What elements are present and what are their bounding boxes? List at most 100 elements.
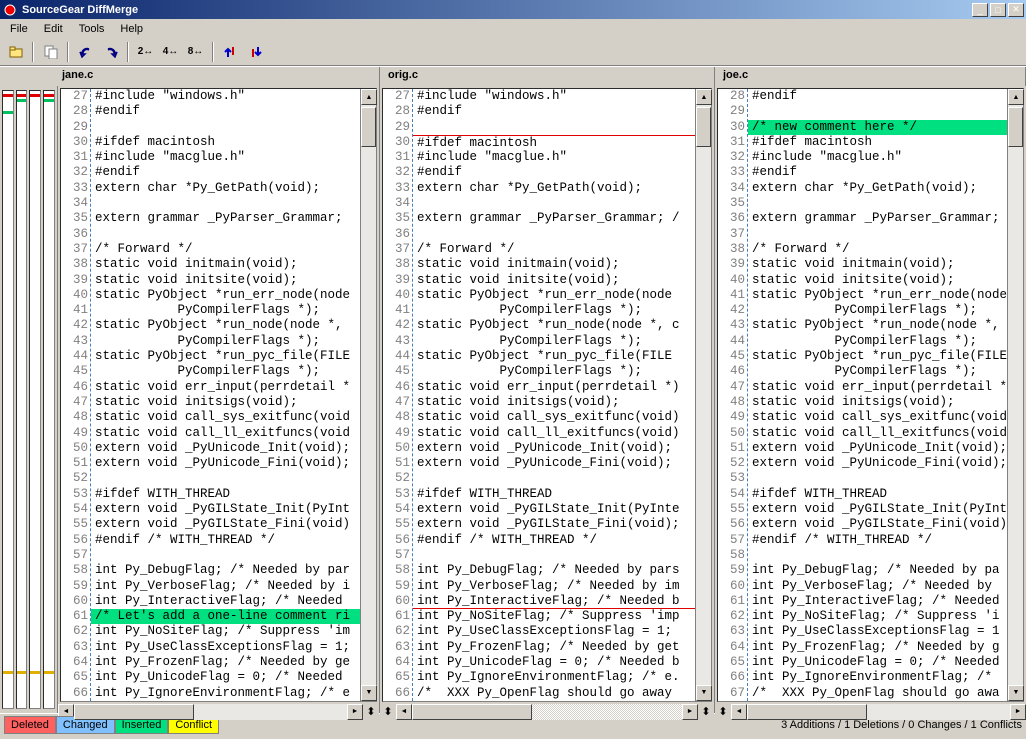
code-line[interactable]: /* new comment here */ (748, 120, 1007, 135)
code-line[interactable]: int Py_FrozenFlag; /* Needed by g (748, 640, 1007, 655)
code-line[interactable]: /* Let's add a one-line comment ri (91, 609, 360, 624)
code-line[interactable]: #endif (413, 104, 695, 119)
code-line[interactable]: /* Forward */ (748, 242, 1007, 257)
code-line[interactable]: PyCompilerFlags *); (91, 364, 360, 379)
left-code[interactable]: 2728293031323334353637383940414243444546… (61, 89, 360, 701)
code-line[interactable]: static void call_ll_exitfuncs(void (748, 426, 1007, 441)
close-button[interactable]: ✕ (1008, 3, 1024, 17)
code-line[interactable]: extern void _PyUnicode_Init(void); (413, 441, 695, 456)
code-line[interactable]: extern void _PyGILState_Init(PyInt (748, 502, 1007, 517)
code-line[interactable]: static void initsigs(void); (413, 395, 695, 410)
code-line[interactable]: int Py_UseClassExceptionsFlag = 1; (413, 624, 695, 639)
menu-file[interactable]: File (2, 21, 36, 37)
code-line[interactable]: int Py_IgnoreEnvironmentFlag; /* (748, 670, 1007, 685)
code-line[interactable] (91, 471, 360, 486)
code-line[interactable]: extern char *Py_GetPath(void); (413, 181, 695, 196)
right-hscroll[interactable]: ⬍◄► (715, 704, 1026, 720)
code-line[interactable]: /* Forward */ (413, 242, 695, 257)
code-line[interactable]: #endif /* WITH_THREAD */ (413, 533, 695, 548)
code-line[interactable]: #include "windows.h" (413, 89, 695, 104)
code-line[interactable]: int Py_NoSiteFlag; /* Suppress 'i (748, 609, 1007, 624)
code-line[interactable]: PyCompilerFlags *); (748, 334, 1007, 349)
code-line[interactable]: static void initmain(void); (413, 257, 695, 272)
code-line[interactable]: static void err_input(perrdetail *) (413, 380, 695, 395)
menu-edit[interactable]: Edit (36, 21, 71, 37)
context2-button[interactable]: 2↔ (134, 41, 157, 63)
code-line[interactable]: PyCompilerFlags *); (748, 303, 1007, 318)
menu-tools[interactable]: Tools (71, 21, 113, 37)
code-line[interactable]: #endif /* WITH_THREAD */ (748, 533, 1007, 548)
context4-button[interactable]: 4↔ (159, 41, 182, 63)
code-line[interactable]: static void call_sys_exitfunc(void (748, 410, 1007, 425)
code-line[interactable]: extern void _PyUnicode_Fini(void); (748, 456, 1007, 471)
code-line[interactable]: /* XXX Py_OpenFlag should go away (413, 686, 695, 701)
code-line[interactable] (91, 548, 360, 563)
code-line[interactable]: #endif (91, 104, 360, 119)
code-line[interactable]: extern grammar _PyParser_Grammar; / (413, 211, 695, 226)
code-line[interactable]: int Py_IgnoreEnvironmentFlag; /* e (91, 686, 360, 701)
code-line[interactable]: int Py_FrozenFlag; /* Needed by get (413, 640, 695, 655)
code-line[interactable]: extern char *Py_GetPath(void); (748, 181, 1007, 196)
code-line[interactable]: static PyObject *run_pyc_file(FILE (413, 349, 695, 364)
redo-button[interactable] (99, 41, 122, 63)
code-line[interactable]: static void err_input(perrdetail * (748, 380, 1007, 395)
code-line[interactable] (413, 196, 695, 211)
code-line[interactable]: #endif /* WITH_THREAD */ (91, 533, 360, 548)
code-line[interactable] (413, 120, 695, 135)
code-line[interactable]: extern void _PyGILState_Init(PyInt (91, 502, 360, 517)
code-line[interactable] (748, 471, 1007, 486)
open-button[interactable] (4, 41, 27, 63)
code-line[interactable]: #endif (91, 165, 360, 180)
code-line[interactable] (91, 227, 360, 242)
code-line[interactable] (413, 548, 695, 563)
code-line[interactable]: int Py_DebugFlag; /* Needed by pars (413, 563, 695, 578)
code-line[interactable]: static PyObject *run_pyc_file(FILE (91, 349, 360, 364)
code-line[interactable]: extern char *Py_GetPath(void); (91, 181, 360, 196)
code-line[interactable]: int Py_InteractiveFlag; /* Needed (748, 594, 1007, 609)
code-line[interactable]: static PyObject *run_node(node *, (748, 318, 1007, 333)
code-line[interactable]: #ifdef WITH_THREAD (91, 487, 360, 502)
code-line[interactable]: PyCompilerFlags *); (413, 303, 695, 318)
code-line[interactable]: extern void _PyUnicode_Fini(void); (91, 456, 360, 471)
code-line[interactable]: PyCompilerFlags *); (748, 364, 1007, 379)
code-line[interactable]: static PyObject *run_pyc_file(FILE (748, 349, 1007, 364)
center-code[interactable]: 2728293031323334353637383940414243444546… (383, 89, 695, 701)
code-line[interactable]: extern void _PyGILState_Fini(void) (91, 517, 360, 532)
prev-diff-button[interactable] (219, 41, 242, 63)
code-line[interactable]: int Py_UnicodeFlag = 0; /* Needed (91, 670, 360, 685)
code-line[interactable]: PyCompilerFlags *); (413, 364, 695, 379)
code-line[interactable]: static void initsigs(void); (748, 395, 1007, 410)
code-line[interactable]: #ifdef macintosh (91, 135, 360, 150)
code-line[interactable]: int Py_VerboseFlag; /* Needed by (748, 579, 1007, 594)
code-line[interactable]: PyCompilerFlags *); (413, 334, 695, 349)
code-line[interactable]: int Py_IgnoreEnvironmentFlag; /* e. (413, 670, 695, 685)
code-line[interactable]: PyCompilerFlags *); (91, 334, 360, 349)
code-line[interactable]: static void initsite(void); (91, 273, 360, 288)
code-line[interactable]: int Py_NoSiteFlag; /* Suppress 'imp (413, 609, 695, 624)
code-line[interactable]: /* Forward */ (91, 242, 360, 257)
code-line[interactable]: int Py_VerboseFlag; /* Needed by im (413, 579, 695, 594)
undo-button[interactable] (74, 41, 97, 63)
code-line[interactable]: #include "windows.h" (91, 89, 360, 104)
code-line[interactable]: int Py_UseClassExceptionsFlag = 1 (748, 624, 1007, 639)
code-line[interactable]: static PyObject *run_err_node(node (413, 288, 695, 303)
code-line[interactable]: static PyObject *run_node(node *, c (413, 318, 695, 333)
code-line[interactable] (413, 471, 695, 486)
right-vscroll[interactable]: ▲▼ (1007, 89, 1023, 701)
code-line[interactable]: int Py_DebugFlag; /* Needed by par (91, 563, 360, 578)
code-line[interactable]: extern void _PyUnicode_Init(void); (91, 441, 360, 456)
code-line[interactable]: #include "macglue.h" (748, 150, 1007, 165)
code-line[interactable]: static PyObject *run_node(node *, (91, 318, 360, 333)
code-line[interactable]: static void call_ll_exitfuncs(void (91, 426, 360, 441)
code-line[interactable]: static void call_sys_exitfunc(void) (413, 410, 695, 425)
code-line[interactable] (748, 227, 1007, 242)
code-line[interactable] (91, 120, 360, 135)
overview-ruler[interactable] (0, 86, 57, 713)
copy-button[interactable] (39, 41, 62, 63)
code-line[interactable]: extern void _PyGILState_Init(PyInte (413, 502, 695, 517)
code-line[interactable]: static void call_sys_exitfunc(void (91, 410, 360, 425)
code-line[interactable]: extern grammar _PyParser_Grammar; (91, 211, 360, 226)
code-line[interactable] (748, 196, 1007, 211)
left-vscroll[interactable]: ▲▼ (360, 89, 376, 701)
code-line[interactable]: extern grammar _PyParser_Grammar; (748, 211, 1007, 226)
